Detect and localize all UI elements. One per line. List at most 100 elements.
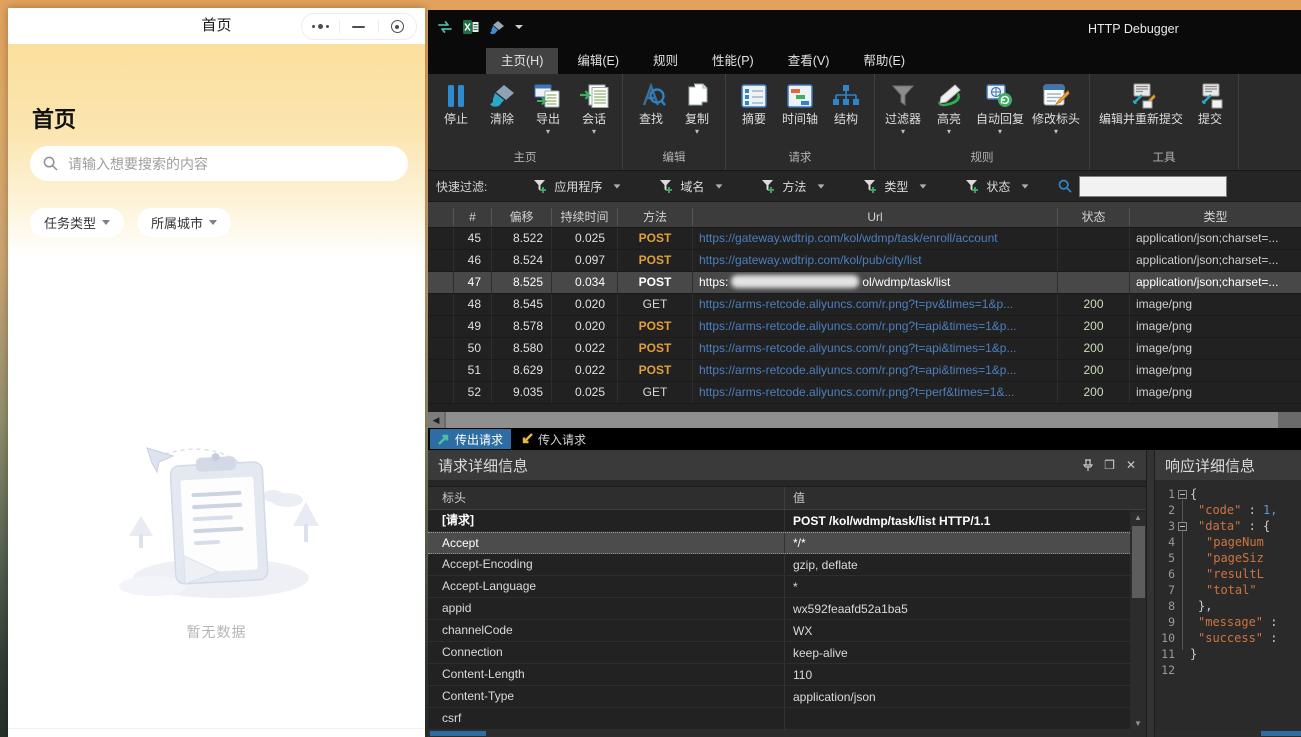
vertical-scrollbar[interactable]: ▲ ▼ [1130,512,1146,730]
session-button[interactable]: 会话 ▾ [571,77,617,138]
horizontal-scrollbar[interactable] [1155,730,1301,737]
column-offset[interactable]: 偏移 [492,208,552,226]
filter-rules-button[interactable]: 过滤器 ▾ [880,77,926,138]
close-icon[interactable]: ✕ [1126,459,1136,471]
header-row-connection[interactable]: Connectionkeep-alive [428,642,1130,664]
response-panel-titlebar: 响应详细信息 [1155,450,1301,480]
filter-application[interactable]: 应用程序 [533,178,621,195]
header-row-accept-selected[interactable]: Accept*/* [428,532,1130,554]
menu-bar: 主页(H) 编辑(E) 规则 性能(P) 查看(V) 帮助(E) [428,48,1301,74]
response-json-viewer[interactable]: 1{ 2"code" : 1, 3"data" : { 4"pageNum 5"… [1155,480,1301,730]
details-area: 请求详细信息 ❒ ✕ 标头 值 [请求]POST /kol/wdmp/task/… [428,450,1301,737]
close-target-icon[interactable] [379,14,416,39]
header-row-request-line[interactable]: [请求]POST /kol/wdmp/task/list HTTP/1.1 [428,510,1130,532]
export-button[interactable]: 导出 ▾ [525,77,571,138]
maximize-icon[interactable]: ❒ [1104,459,1115,471]
header-row-channelcode[interactable]: channelCodeWX [428,620,1130,642]
clear-brush-icon [488,79,516,112]
request-row-45[interactable]: 458.5220.025POSThttps://gateway.wdtrip.c… [428,228,1301,250]
highlight-button[interactable]: 高亮 ▾ [926,77,972,138]
chevron-down-icon [614,184,621,188]
submit-button[interactable]: 提交 [1187,77,1233,138]
edit-resubmit-button[interactable]: 编辑并重新提交 [1095,77,1187,138]
auto-reply-button[interactable]: 自动回复 ▾ [972,77,1028,138]
column-type[interactable]: 类型 [1130,208,1301,226]
dot [312,25,315,28]
column-duration[interactable]: 持续时间 [552,208,618,226]
request-row-49[interactable]: 498.5780.020POSThttps://arms-retcode.ali… [428,316,1301,338]
tab-outgoing-requests[interactable]: 传出请求 [430,429,511,449]
menu-tab-edit[interactable]: 编辑(E) [562,48,634,74]
search-box[interactable] [30,146,408,181]
header-row-accept-encoding[interactable]: Accept-Encodinggzip, deflate [428,554,1130,576]
quick-search-input[interactable] [1079,176,1227,197]
menu-tab-view[interactable]: 查看(V) [773,48,845,74]
scroll-down-icon[interactable]: ▼ [1134,718,1142,730]
summary-button[interactable]: 摘要 [731,77,777,138]
column-url[interactable]: Url [693,208,1058,226]
ribbon-group-label: 工具 [1095,150,1233,170]
header-row-content-type[interactable]: Content-Typeapplication/json [428,686,1130,708]
column-number[interactable]: # [454,208,492,226]
response-details-panel: 响应详细信息 1{ 2"code" : 1, 3"data" : { 4"pag… [1155,450,1301,737]
dot [326,25,329,28]
menu-tab-help[interactable]: 帮助(E) [848,48,920,74]
minimize-icon[interactable] [340,14,377,39]
stop-button[interactable]: 停止 [433,77,479,138]
filter-type[interactable]: 类型 [863,178,927,195]
request-row-46[interactable]: 468.5240.097POSThttps://gateway.wdtrip.c… [428,250,1301,272]
timeline-button[interactable]: 时间轴 [777,77,823,138]
request-row-50[interactable]: 508.5800.022POSThttps://arms-retcode.ali… [428,338,1301,360]
request-row-48[interactable]: 488.5450.020GEThttps://arms-retcode.aliy… [428,294,1301,316]
ribbon-group-label: 规则 [880,150,1084,170]
find-button[interactable]: 查找 [628,77,674,138]
pin-icon[interactable] [1083,459,1093,472]
horizontal-scrollbar[interactable]: ◀ [428,412,1301,428]
horizontal-scrollbar[interactable] [428,730,1146,737]
request-header-list: [请求]POST /kol/wdmp/task/list HTTP/1.1 Ac… [428,510,1146,730]
filter-task-type[interactable]: 任务类型 [30,208,124,237]
request-row-51[interactable]: 518.6290.022POSThttps://arms-retcode.ali… [428,360,1301,382]
sync-arrows-icon[interactable] [437,20,453,34]
filter-city[interactable]: 所属城市 [137,208,231,237]
header-row-content-length[interactable]: Content-Length110 [428,664,1130,686]
fold-collapse-icon[interactable] [1178,522,1187,531]
search-input[interactable] [66,155,395,173]
copy-button[interactable]: 复制 ▾ [674,77,720,138]
menu-tab-performance[interactable]: 性能(P) [697,48,769,74]
scrollbar-thumb[interactable] [1261,731,1301,736]
menu-tab-home[interactable]: 主页(H) [486,48,558,74]
structure-button[interactable]: 结构 [823,77,869,138]
scroll-up-icon[interactable]: ▲ [1134,512,1142,524]
tab-incoming-requests[interactable]: 传入请求 [513,429,594,449]
column-status[interactable]: 状态 [1058,208,1130,226]
column-header-name[interactable]: 标头 [428,487,785,509]
filter-domain[interactable]: 域名 [659,178,723,195]
request-row-47-selected[interactable]: 478.5250.034POST https:ol/wdmp/task/list… [428,272,1301,294]
scrollbar-thumb[interactable] [1132,526,1145,598]
menu-tab-rules[interactable]: 规则 [638,48,693,74]
scroll-left-icon[interactable]: ◀ [428,412,444,428]
request-row-52[interactable]: 529.0350.025GEThttps://arms-retcode.aliy… [428,382,1301,404]
brush-icon[interactable] [489,20,505,35]
stream-tabs: 传出请求 传入请求 [428,428,1301,450]
column-method[interactable]: 方法 [618,208,693,226]
header-row-accept-language[interactable]: Accept-Language* [428,576,1130,598]
scrollbar-thumb[interactable] [446,412,1278,428]
quick-access-dropdown-icon[interactable] [515,25,523,29]
modify-headers-button[interactable]: 修改标头 ▾ [1028,77,1084,138]
excel-export-icon[interactable] [463,19,479,35]
header-row-appid[interactable]: appidwx592feaafd52a1ba5 [428,598,1130,620]
column-header-value[interactable]: 值 [785,487,1130,509]
fold-collapse-icon[interactable] [1178,490,1187,499]
funnel-add-icon [761,179,775,193]
filter-method[interactable]: 方法 [761,178,825,195]
outgoing-arrow-icon [438,433,450,445]
panel-splitter[interactable] [1146,450,1155,737]
clear-button[interactable]: 清除 [479,77,525,138]
scrollbar-thumb[interactable] [430,731,486,736]
filter-status[interactable]: 状态 [965,178,1029,195]
header-row-csrf[interactable]: csrf [428,708,1130,730]
more-icon[interactable] [302,14,339,39]
empty-state: 暂无数据 [8,426,425,642]
